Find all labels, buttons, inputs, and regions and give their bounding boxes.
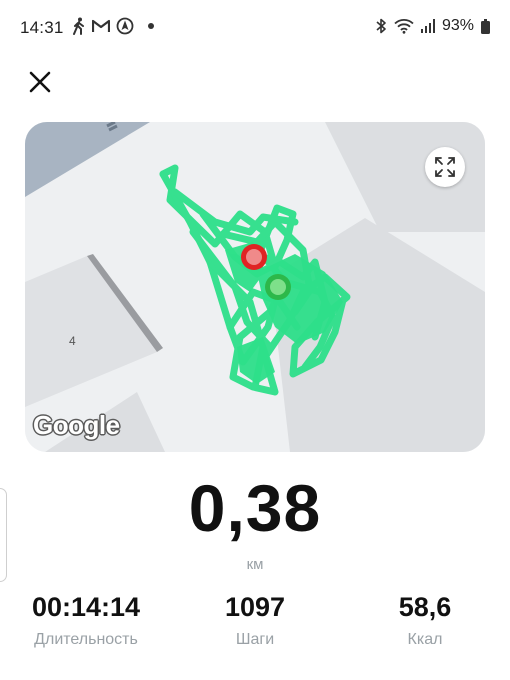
kcal-value: 58,6 <box>398 592 452 622</box>
close-button[interactable] <box>26 68 54 96</box>
signal-icon <box>420 19 435 33</box>
steps-label: Шаги <box>235 631 275 648</box>
gmail-icon <box>92 19 110 32</box>
notification-dot <box>148 23 154 29</box>
kcal-label: Ккал <box>407 631 443 648</box>
battery-icon <box>481 18 490 34</box>
battery-percent: 93% <box>441 17 474 34</box>
steps-value: 1097 <box>224 592 286 622</box>
stat-steps: 1097 Шаги <box>195 592 315 649</box>
expand-map-button[interactable] <box>425 147 465 187</box>
status-left-icons <box>72 17 154 35</box>
bluetooth-icon <box>376 18 386 34</box>
stat-duration: 00:14:14 Длительность <box>20 592 152 649</box>
status-bar: 14:31 93% <box>0 0 510 58</box>
start-marker[interactable] <box>239 242 269 272</box>
end-marker[interactable] <box>263 272 293 302</box>
status-time: 14:31 <box>20 18 64 37</box>
distance-unit: км <box>246 556 264 573</box>
route-map[interactable]: 4 Google <box>25 122 485 452</box>
expand-icon <box>435 157 455 177</box>
status-right-icons: 93% <box>376 17 490 35</box>
stat-kcal: 58,6 Ккал <box>362 592 488 649</box>
navigation-app-icon <box>116 17 134 35</box>
duration-label: Длительность <box>34 631 138 648</box>
walking-icon <box>73 17 84 35</box>
close-icon <box>29 71 51 93</box>
distance-value: 0,38 <box>188 471 322 545</box>
duration-value: 00:14:14 <box>31 592 141 622</box>
map-canvas <box>25 122 485 452</box>
wifi-icon <box>394 19 414 34</box>
building-number: 4 <box>69 334 76 348</box>
google-attribution: Google <box>33 410 120 440</box>
